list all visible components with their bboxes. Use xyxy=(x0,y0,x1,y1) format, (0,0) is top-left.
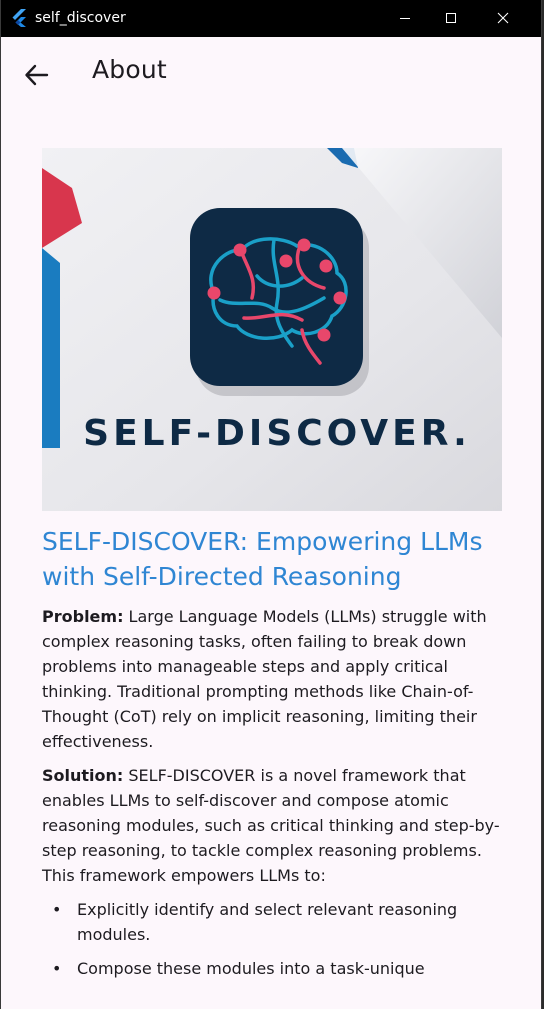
list-item-text: Explicitly identify and select relevant … xyxy=(77,900,458,944)
problem-label: Problem: xyxy=(42,607,124,626)
back-arrow-icon[interactable] xyxy=(23,61,51,89)
article-body: SELF-DISCOVER: Empowering LLMs with Self… xyxy=(42,524,506,990)
page-title: About xyxy=(92,55,167,84)
close-button[interactable] xyxy=(481,0,527,37)
close-icon xyxy=(497,12,509,24)
maximize-button[interactable] xyxy=(429,0,475,37)
window-title: self_discover xyxy=(35,10,126,26)
title-bar[interactable]: self_discover xyxy=(1,0,541,37)
self-discover-hero-image: SELF-DISCOVER. xyxy=(42,148,502,511)
hero-brand-text: SELF-DISCOVER. xyxy=(83,413,471,454)
bullet-icon: • xyxy=(52,959,62,978)
minimize-button[interactable] xyxy=(383,0,429,37)
app-bar: About xyxy=(1,37,541,111)
list-item: • Explicitly identify and select relevant… xyxy=(42,897,506,947)
app-window: self_discover About SELF-DISCOVER. SELF-… xyxy=(0,0,542,1009)
problem-text: Large Language Models (LLMs) struggle wi… xyxy=(42,607,487,751)
solution-paragraph: Solution: SELF-DISCOVER is a novel frame… xyxy=(42,763,506,888)
bullet-icon: • xyxy=(52,900,62,919)
flutter-logo-icon xyxy=(12,9,26,27)
article-heading: SELF-DISCOVER: Empowering LLMs with Self… xyxy=(42,527,483,591)
problem-paragraph: Problem: Large Language Models (LLMs) st… xyxy=(42,604,506,754)
solution-label: Solution: xyxy=(42,766,124,785)
capability-list: • Explicitly identify and select relevant… xyxy=(42,897,506,981)
maximize-icon xyxy=(446,13,456,23)
list-item: • Compose these modules into a task-uniqu… xyxy=(42,956,506,981)
list-item-text: Compose these modules into a task-unique xyxy=(77,959,425,978)
minimize-icon xyxy=(400,18,410,19)
